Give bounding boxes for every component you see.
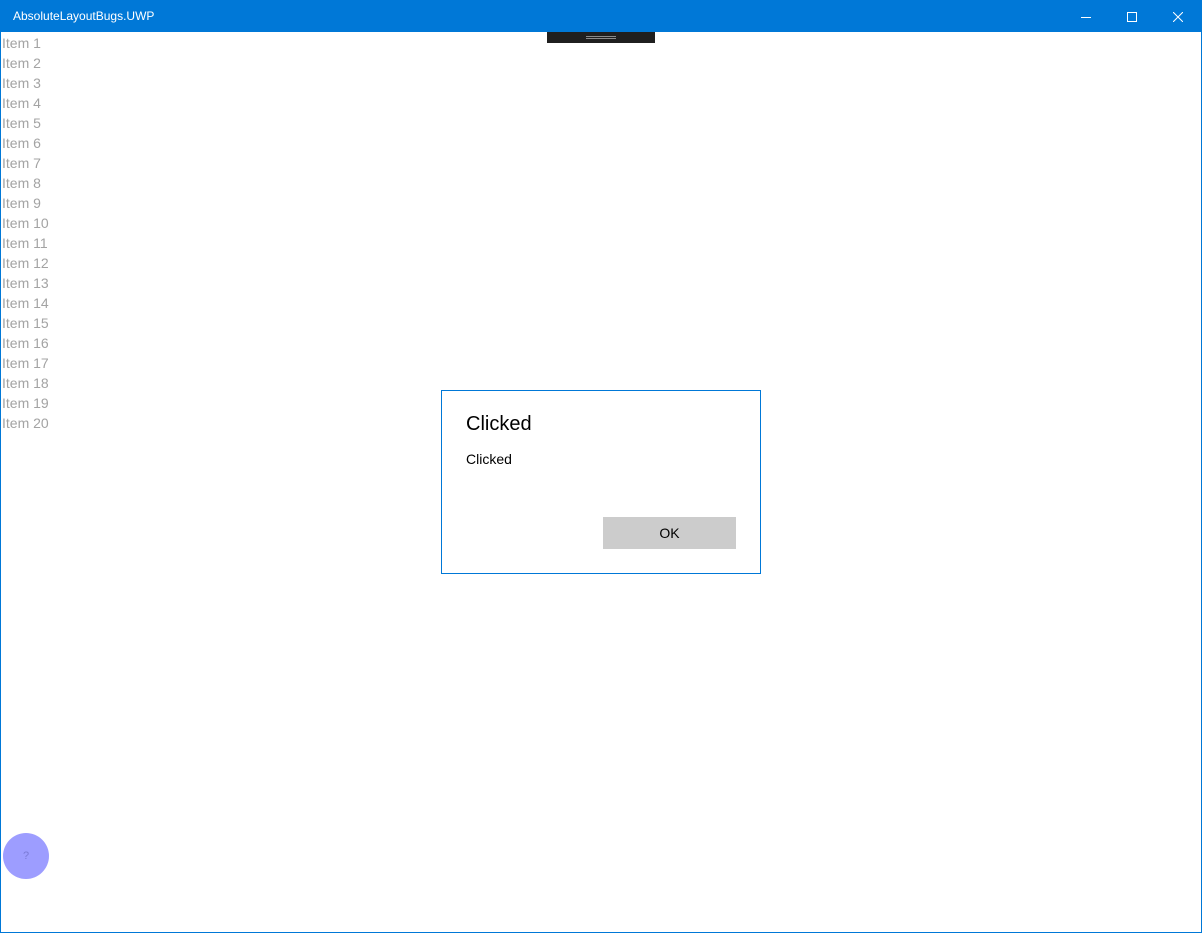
close-icon xyxy=(1173,11,1183,22)
list-item[interactable]: Item 3 xyxy=(1,73,49,93)
list-item[interactable]: Item 4 xyxy=(1,93,49,113)
list-item[interactable]: Item 2 xyxy=(1,53,49,73)
minimize-icon xyxy=(1081,16,1091,18)
grip-line xyxy=(586,38,616,39)
list-item[interactable]: Item 16 xyxy=(1,333,49,353)
list-item[interactable]: Item 1 xyxy=(1,33,49,53)
ok-button[interactable]: OK xyxy=(603,517,736,549)
list-item[interactable]: Item 19 xyxy=(1,393,49,413)
close-button[interactable] xyxy=(1155,1,1201,32)
maximize-icon xyxy=(1127,11,1137,22)
window-title: AbsoluteLayoutBugs.UWP xyxy=(13,9,155,23)
list-item[interactable]: Item 7 xyxy=(1,153,49,173)
title-bar[interactable]: AbsoluteLayoutBugs.UWP xyxy=(1,1,1201,32)
message-dialog: Clicked Clicked OK xyxy=(441,390,761,574)
minimize-button[interactable] xyxy=(1063,1,1109,32)
list-item[interactable]: Item 8 xyxy=(1,173,49,193)
grip-line xyxy=(586,36,616,37)
drag-handle[interactable] xyxy=(547,32,655,43)
fab-label: ? xyxy=(22,849,30,862)
item-list: Item 1 Item 2 Item 3 Item 4 Item 5 Item … xyxy=(1,33,49,433)
dialog-title: Clicked xyxy=(466,413,532,435)
list-item[interactable]: Item 6 xyxy=(1,133,49,153)
list-item[interactable]: Item 10 xyxy=(1,213,49,233)
list-item[interactable]: Item 15 xyxy=(1,313,49,333)
dialog-message: Clicked xyxy=(466,451,512,467)
list-item[interactable]: Item 5 xyxy=(1,113,49,133)
list-item[interactable]: Item 17 xyxy=(1,353,49,373)
floating-action-button[interactable]: ? xyxy=(3,833,49,879)
list-item[interactable]: Item 11 xyxy=(1,233,49,253)
list-item[interactable]: Item 14 xyxy=(1,293,49,313)
list-item[interactable]: Item 18 xyxy=(1,373,49,393)
app-window: AbsoluteLayoutBugs.UWP Item 1 Item 2 Ite… xyxy=(0,0,1202,933)
list-item[interactable]: Item 12 xyxy=(1,253,49,273)
maximize-button[interactable] xyxy=(1109,1,1155,32)
list-item[interactable]: Item 20 xyxy=(1,413,49,433)
list-item[interactable]: Item 13 xyxy=(1,273,49,293)
list-item[interactable]: Item 9 xyxy=(1,193,49,213)
